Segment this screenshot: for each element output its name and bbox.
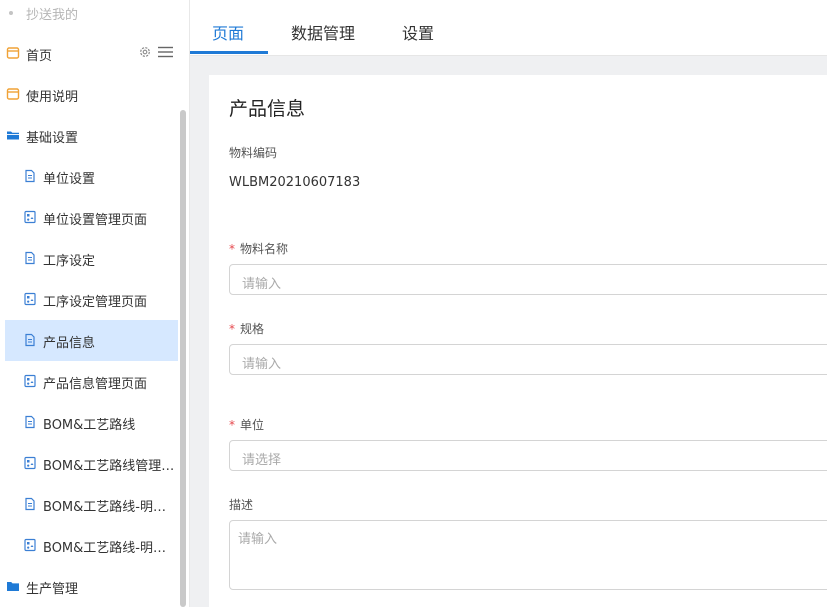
- sidebar-item-sub[interactable]: BOM&工艺路线-明细统计: [5, 484, 178, 525]
- page-title: 产品信息: [229, 98, 306, 120]
- form-page-icon: [24, 292, 36, 306]
- sidebar-item-label: 产品信息: [43, 336, 96, 351]
- form-page-icon: [24, 456, 36, 470]
- document-icon: [25, 169, 35, 183]
- sidebar-item-label: BOM&工艺路线-明细统计: [43, 500, 176, 515]
- folder-open-icon: [7, 131, 19, 140]
- required-mark: *: [229, 322, 235, 336]
- sidebar-item-label: 工序设定: [43, 254, 96, 269]
- document-icon: [25, 497, 35, 511]
- document-icon: [25, 251, 35, 265]
- spec-label: * 规格: [229, 322, 265, 336]
- sidebar-item-label: 工序设定管理页面: [43, 295, 148, 310]
- sidebar-item-sub[interactable]: 工序设定管理页面: [5, 279, 178, 320]
- tab-settings[interactable]: 设置: [402, 20, 434, 44]
- tab-data-management[interactable]: 数据管理: [291, 20, 355, 44]
- sidebar-item-label: 首页: [26, 49, 53, 64]
- active-tab-indicator: [190, 51, 268, 54]
- material-name-label: * 物料名称: [229, 242, 289, 256]
- sidebar: 抄送我的 首页 使用说明 基础设置 单位设置单位设置管理页面 工序设定工序设定管理…: [0, 0, 190, 607]
- sidebar-item-cc-me[interactable]: 抄送我的: [0, 0, 180, 26]
- sidebar-item-sub[interactable]: BOM&工艺路线: [5, 402, 178, 443]
- sidebar-item-label: BOM&工艺路线管理页面: [43, 459, 176, 474]
- description-label: 描述: [229, 498, 254, 512]
- form-page-icon: [24, 210, 36, 224]
- sidebar-item-basic-settings[interactable]: 基础设置: [0, 115, 178, 156]
- page-icon: [6, 47, 20, 59]
- sidebar-item-production[interactable]: 生产管理: [0, 566, 178, 607]
- bullet-icon: [9, 11, 13, 15]
- sidebar-item-label: 生产管理: [26, 582, 79, 597]
- input-placeholder: 请输入: [242, 357, 282, 372]
- sidebar-item-sub[interactable]: 工序设定: [5, 238, 178, 279]
- material-code-value: WLBM20210607183: [229, 175, 361, 190]
- required-mark: *: [229, 242, 235, 256]
- sidebar-item-label: 产品信息管理页面: [43, 377, 148, 392]
- input-placeholder: 请输入: [242, 277, 282, 292]
- spec-input[interactable]: 请输入: [229, 344, 827, 375]
- sidebar-item-label: 使用说明: [26, 90, 79, 105]
- textarea-placeholder: 请输入: [238, 532, 278, 547]
- material-code-label: 物料编码: [229, 146, 278, 160]
- sidebar-item-label: 单位设置管理页面: [43, 213, 148, 228]
- sidebar-item-sub[interactable]: 单位设置: [5, 156, 178, 197]
- form-page-icon: [24, 374, 36, 388]
- sidebar-item-sub[interactable]: 产品信息: [5, 320, 178, 361]
- sidebar-item-sub[interactable]: BOM&工艺路线-明细统计管理页面: [5, 525, 178, 566]
- select-placeholder: 请选择: [242, 453, 282, 468]
- gear-icon[interactable]: [138, 45, 152, 59]
- sidebar-item-sub[interactable]: 产品信息管理页面: [5, 361, 178, 402]
- sidebar-item-label: 抄送我的: [26, 8, 79, 23]
- tab-bar: 页面 数据管理 设置: [190, 0, 827, 56]
- unit-label: * 单位: [229, 418, 265, 432]
- sidebar-item-label: 基础设置: [26, 131, 79, 146]
- sidebar-item-label: BOM&工艺路线-明细统计管理页面: [43, 541, 176, 556]
- menu-icon[interactable]: [158, 46, 173, 58]
- document-icon: [25, 415, 35, 429]
- material-name-input[interactable]: 请输入: [229, 264, 827, 295]
- form-page-icon: [24, 538, 36, 552]
- sidebar-item-label: 单位设置: [43, 172, 96, 187]
- sidebar-item-sub[interactable]: BOM&工艺路线管理页面: [5, 443, 178, 484]
- sidebar-scrollbar[interactable]: [180, 110, 186, 607]
- page-icon: [6, 88, 20, 100]
- required-mark: *: [229, 418, 235, 432]
- sidebar-item-guide[interactable]: 使用说明: [0, 74, 178, 115]
- unit-select[interactable]: 请选择: [229, 440, 827, 471]
- description-textarea[interactable]: 请输入: [229, 520, 827, 590]
- sidebar-item-home[interactable]: 首页: [0, 33, 178, 74]
- document-icon: [25, 333, 35, 347]
- tab-page[interactable]: 页面: [212, 20, 244, 44]
- sidebar-item-sub[interactable]: 单位设置管理页面: [5, 197, 178, 238]
- folder-icon: [7, 582, 19, 591]
- sidebar-item-label: BOM&工艺路线: [43, 418, 136, 433]
